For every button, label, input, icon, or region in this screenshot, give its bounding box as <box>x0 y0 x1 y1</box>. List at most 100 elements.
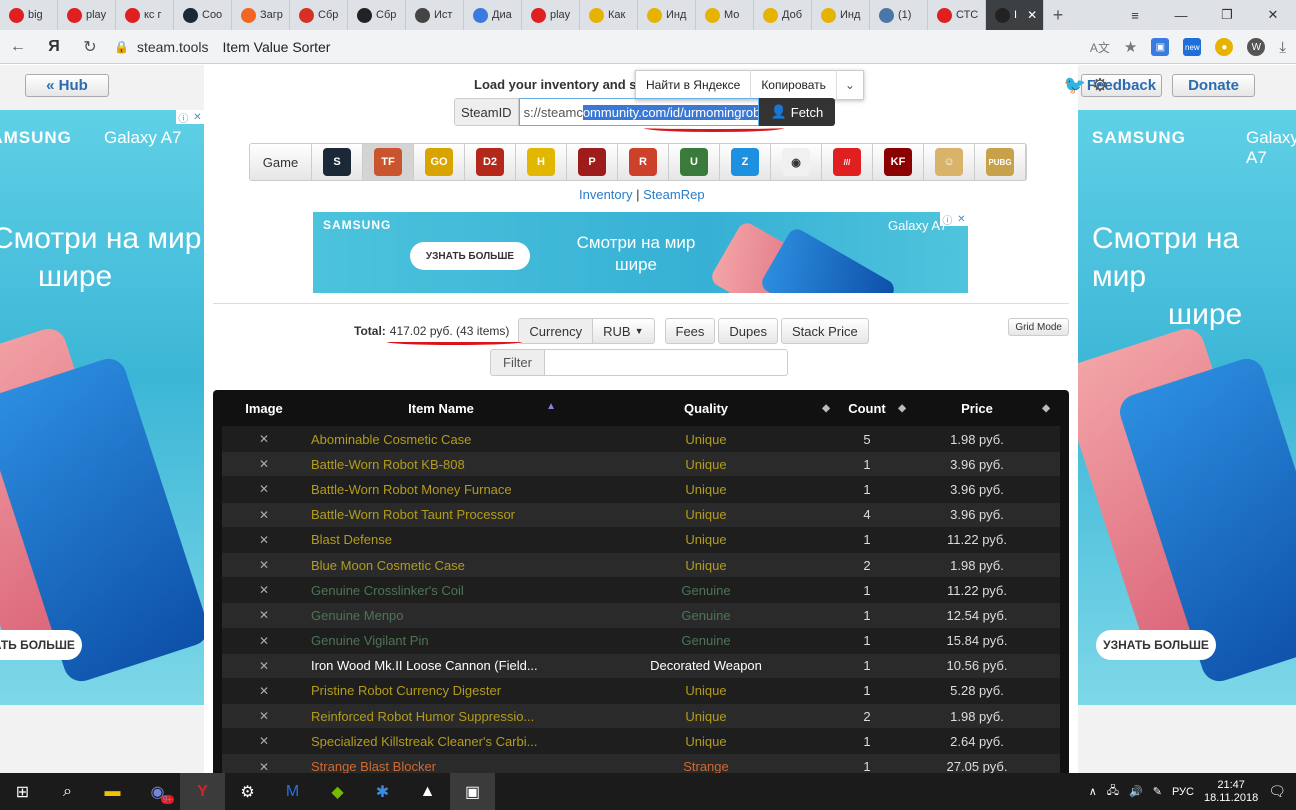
table-row[interactable]: ✕ Abominable Cosmetic Case Unique 5 1.98 руб… <box>222 426 1060 452</box>
inventory-link[interactable]: Inventory <box>579 187 632 202</box>
ad-close-icon[interactable]: ⓘ ✕ <box>176 110 204 125</box>
network-icon[interactable]: 🖧 <box>1107 782 1119 801</box>
game-button-tf2[interactable]: TF <box>363 144 414 180</box>
browser-tab[interactable]: Ист <box>406 0 464 30</box>
url-host[interactable]: steam.tools <box>137 39 209 55</box>
yandex-home-icon[interactable]: Я <box>36 30 72 64</box>
browser-tab[interactable]: Сбр <box>348 0 406 30</box>
browser-tab[interactable]: Сбр <box>290 0 348 30</box>
right-side-ad[interactable]: SAMSUNG Galaxy A7 Смотри на мир шире УЗН… <box>1078 110 1296 705</box>
close-window-icon[interactable]: ✕ <box>1250 0 1296 30</box>
notifications-icon[interactable]: 🗨 <box>1268 783 1286 800</box>
table-row[interactable]: ✕ Pristine Robot Currency Digester Unique 1… <box>222 677 1060 704</box>
download-icon[interactable]: ⤓ <box>1279 39 1286 56</box>
ad-cta-button[interactable]: УЗНАТЬ БОЛЬШЕ <box>0 630 82 660</box>
header-price[interactable]: Price ◆ <box>898 401 1056 416</box>
header-image[interactable]: Image <box>222 401 306 416</box>
ad-cta-button[interactable]: УЗНАТЬ БОЛЬШЕ <box>1096 630 1216 660</box>
language-indicator[interactable]: РУС <box>1172 786 1194 798</box>
malwarebytes-icon[interactable]: M <box>270 773 315 810</box>
table-row[interactable]: ✕ Battle-Worn Robot Money Furnace Unique 1 3… <box>222 476 1060 502</box>
center-banner-ad[interactable]: SAMSUNG УЗНАТЬ БОЛЬШЕ Смотри на мир шире… <box>313 212 968 293</box>
table-row[interactable]: ✕ Battle-Worn Robot Taunt Processor Unique… <box>222 501 1060 527</box>
ad-cta-button[interactable]: УЗНАТЬ БОЛЬШЕ <box>410 242 530 270</box>
windows-start-icon[interactable]: ⊞ <box>0 773 45 810</box>
table-row[interactable]: ✕ Genuine Menpo Genuine 1 12.54 руб. <box>222 602 1060 628</box>
context-search-yandex[interactable]: Найти в Яндексе <box>636 70 752 100</box>
game-button-rust[interactable]: R <box>618 144 669 180</box>
discord-icon[interactable]: ◉ 9+ <box>135 773 180 810</box>
header-count[interactable]: Count ◆ <box>836 401 906 416</box>
game-button-csgo[interactable]: GO <box>414 144 465 180</box>
extension-w-icon[interactable]: W <box>1247 38 1266 56</box>
header-quality[interactable]: Quality ◆ <box>576 401 836 416</box>
table-row[interactable]: ✕ Specialized Killstreak Cleaner's Carbi.… <box>222 728 1060 754</box>
hub-button[interactable]: « Hub <box>25 74 109 97</box>
photos-icon[interactable]: ▲ <box>405 773 450 810</box>
game-button-dota2[interactable]: D2 <box>465 144 516 180</box>
currency-dropdown[interactable]: RUB ▼ <box>593 318 655 344</box>
table-row[interactable]: ✕ Reinforced Robot Humor Suppressio... Uni… <box>222 703 1060 729</box>
browser-tab[interactable]: I ✕ <box>986 0 1044 30</box>
translate-icon[interactable]: A文 <box>1090 39 1110 56</box>
minimize-icon[interactable]: — <box>1158 0 1204 30</box>
fetch-button[interactable]: 👤 Fetch <box>758 98 836 126</box>
browser-tab[interactable]: Диа <box>464 0 522 30</box>
browser-tab[interactable]: play <box>58 0 116 30</box>
donate-button[interactable]: Donate <box>1172 74 1255 97</box>
context-copy[interactable]: Копировать <box>751 70 837 100</box>
game-button-h1z1[interactable]: H <box>516 144 567 180</box>
game-button-game-10[interactable]: ◉ <box>771 144 822 180</box>
game-button-unturned[interactable]: U <box>669 144 720 180</box>
table-row[interactable]: ✕ Blue Moon Cosmetic Case Unique 2 1.98 руб. <box>222 551 1060 578</box>
yandex-browser-icon[interactable]: Y <box>180 773 225 810</box>
extension-icon-1[interactable]: ▣ <box>1151 38 1170 56</box>
game-button-game-13[interactable]: ☺ <box>924 144 975 180</box>
game-button-steam[interactable]: S <box>312 144 363 180</box>
table-row[interactable]: ✕ Genuine Crosslinker's Coil Genuine 1 11.22… <box>222 577 1060 603</box>
table-row[interactable]: ✕ Genuine Vigilant Pin Genuine 1 15.84 руб. <box>222 627 1060 653</box>
stack-price-button[interactable]: Stack Price <box>781 318 869 344</box>
clock[interactable]: 21:47 18.11.2018 <box>1204 779 1258 805</box>
table-row[interactable]: ✕ Iron Wood Mk.II Loose Cannon (Field... D… <box>222 652 1060 678</box>
restore-icon[interactable]: ❐ <box>1204 0 1250 30</box>
fees-button[interactable]: Fees <box>664 318 716 344</box>
bookmark-star-icon[interactable]: ★ <box>1124 38 1137 56</box>
browser-tab[interactable]: Загр <box>232 0 290 30</box>
steamid-input[interactable]: s://steamc ommunity.com/id/urmomingrob/ <box>518 98 759 126</box>
table-row[interactable]: ✕ Strange Blast Blocker Strange 1 27.05 руб. <box>222 753 1060 773</box>
browser-tab[interactable]: Доб <box>754 0 812 30</box>
twitter-icon[interactable]: 🐦 <box>1063 75 1085 96</box>
table-row[interactable]: ✕ Blast Defense Unique 1 11.22 руб. <box>222 526 1060 552</box>
table-row[interactable]: ✕ Battle-Worn Robot KB-808 Unique 1 3.96 руб… <box>222 451 1060 477</box>
game-button-killing-floor[interactable]: /// <box>822 144 873 180</box>
browser-tab[interactable]: СТС <box>928 0 986 30</box>
browser-tab[interactable]: play <box>522 0 580 30</box>
game-button-pubg[interactable]: PUBG <box>975 144 1026 180</box>
game-button-payday[interactable]: P <box>567 144 618 180</box>
left-side-ad[interactable]: ⓘ✕ SAMSUNG Galaxy A7 Смотри на мир шире … <box>0 110 206 705</box>
ad-close-icon[interactable]: ⓘ ✕ <box>940 212 968 227</box>
back-icon[interactable]: ← <box>0 30 36 64</box>
extension-new-icon[interactable]: new <box>1183 38 1202 56</box>
extension-coin-icon[interactable]: ● <box>1215 38 1234 56</box>
game-button-kf2[interactable]: KF <box>873 144 924 180</box>
grid-mode-button[interactable]: Grid Mode <box>1008 318 1069 336</box>
image-viewer-icon[interactable]: ▣ <box>450 773 495 810</box>
steamrep-link[interactable]: SteamRep <box>643 187 704 202</box>
close-tab-icon[interactable]: ✕ <box>1027 8 1037 22</box>
steam-taskbar-icon[interactable]: ⚙ <box>225 773 270 810</box>
file-explorer-icon[interactable]: ▬ <box>90 773 135 810</box>
browser-tab[interactable]: (1) <box>870 0 928 30</box>
header-item-name[interactable]: Item Name ▲ <box>306 401 576 416</box>
chevron-up-icon[interactable]: ∧ <box>1089 785 1097 798</box>
filter-input[interactable] <box>545 349 788 376</box>
steam-icon[interactable]: ⚙ <box>1092 75 1108 96</box>
browser-tab[interactable]: Мо <box>696 0 754 30</box>
browser-tab[interactable]: Инд <box>638 0 696 30</box>
browser-tab[interactable]: big <box>0 0 58 30</box>
new-tab-icon[interactable]: + <box>1044 0 1072 30</box>
volume-icon[interactable]: 🔊 <box>1129 785 1143 798</box>
browser-tab[interactable]: Соо <box>174 0 232 30</box>
browser-tab[interactable]: кс г <box>116 0 174 30</box>
